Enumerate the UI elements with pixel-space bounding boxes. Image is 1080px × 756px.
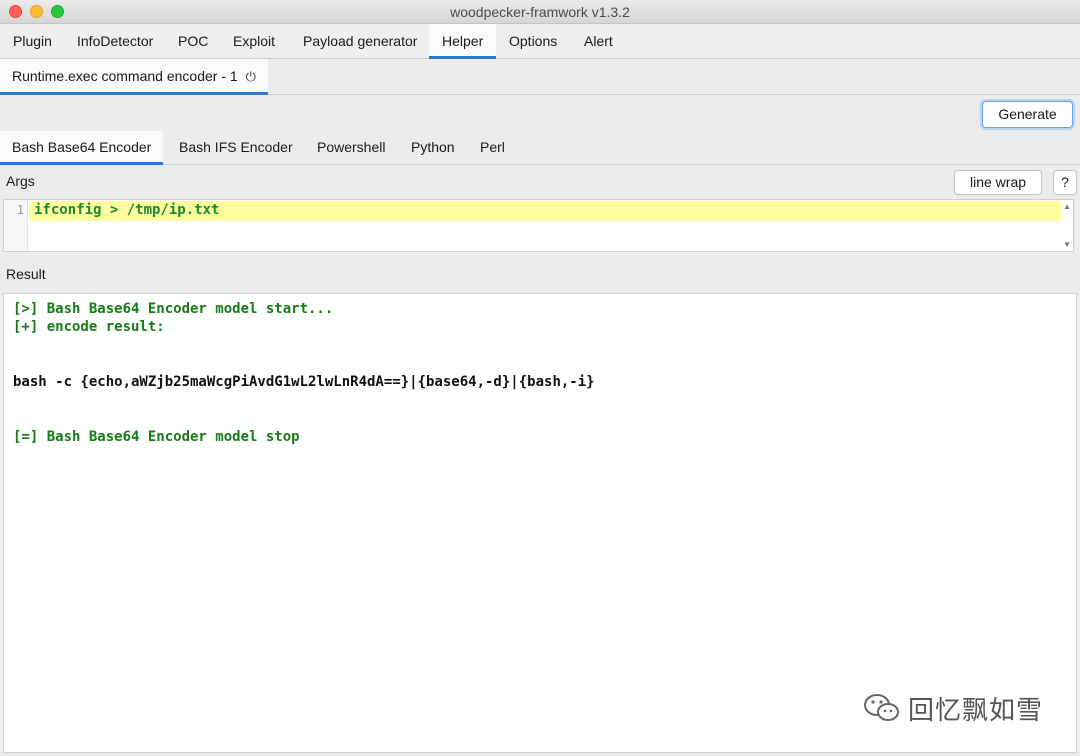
help-button[interactable]: ? (1053, 170, 1077, 195)
tab-perl[interactable]: Perl (468, 131, 517, 165)
menu-helper[interactable]: Helper (429, 24, 497, 59)
menubar: Plugin InfoDetector POC Exploit Payload … (0, 24, 1080, 59)
result-line: bash -c {echo,aWZjb25maWcgPiAvdG1wL2lwLn… (13, 374, 595, 390)
result-line: [+] encode result: (13, 319, 165, 335)
menu-alert[interactable]: Alert (571, 24, 626, 59)
menu-options[interactable]: Options (496, 24, 570, 59)
scroll-up-icon[interactable]: ▲ (1063, 202, 1071, 211)
menu-payload-generator[interactable]: Payload generator (290, 24, 430, 59)
args-code-text: ifconfig > /tmp/ip.txt (34, 202, 220, 218)
watermark: 回忆飘如雪 (862, 690, 1043, 726)
result-output[interactable]: [>] Bash Base64 Encoder model start... [… (3, 293, 1077, 753)
args-label: Args (6, 173, 35, 189)
tab-powershell[interactable]: Powershell (305, 131, 397, 165)
menu-exploit[interactable]: Exploit (220, 24, 288, 59)
tab-bash-base64-encoder[interactable]: Bash Base64 Encoder (0, 131, 164, 165)
window-title: woodpecker-framwork v1.3.2 (450, 4, 630, 20)
generate-button[interactable]: Generate (982, 101, 1073, 128)
scroll-down-icon[interactable]: ▼ (1063, 240, 1071, 249)
result-label: Result (6, 266, 46, 282)
line-gutter: 1 (4, 200, 28, 251)
tab-label: Runtime.exec command encoder - 1 (12, 68, 238, 84)
code-line-highlight[interactable]: ifconfig > /tmp/ip.txt (29, 201, 1061, 221)
menu-infodetector[interactable]: InfoDetector (64, 24, 166, 59)
watermark-text: 回忆飘如雪 (908, 695, 1044, 726)
line-wrap-button[interactable]: line wrap (954, 170, 1042, 195)
args-editor[interactable]: 1 ifconfig > /tmp/ip.txt ▲ ▼ (3, 199, 1074, 252)
result-line: [=] Bash Base64 Encoder model stop (13, 429, 300, 445)
result-line: [>] Bash Base64 Encoder model start... (13, 301, 334, 317)
tab-bash-ifs-encoder[interactable]: Bash IFS Encoder (167, 131, 305, 165)
tab-runtime-exec-encoder[interactable]: Runtime.exec command encoder - 1 ⏻ (0, 59, 268, 95)
sub-tab-bar: Runtime.exec command encoder - 1 ⏻ (0, 59, 1080, 95)
encoder-tab-bar: Bash Base64 Encoder Bash IFS Encoder Pow… (0, 131, 1080, 165)
menu-plugin[interactable]: Plugin (0, 24, 65, 59)
title-bar: woodpecker-framwork v1.3.2 (0, 0, 1080, 24)
line-number: 1 (16, 203, 24, 217)
tab-python[interactable]: Python (399, 131, 467, 165)
wechat-icon (864, 694, 899, 721)
power-icon[interactable]: ⏻ (246, 60, 256, 94)
menu-poc[interactable]: POC (165, 24, 221, 59)
